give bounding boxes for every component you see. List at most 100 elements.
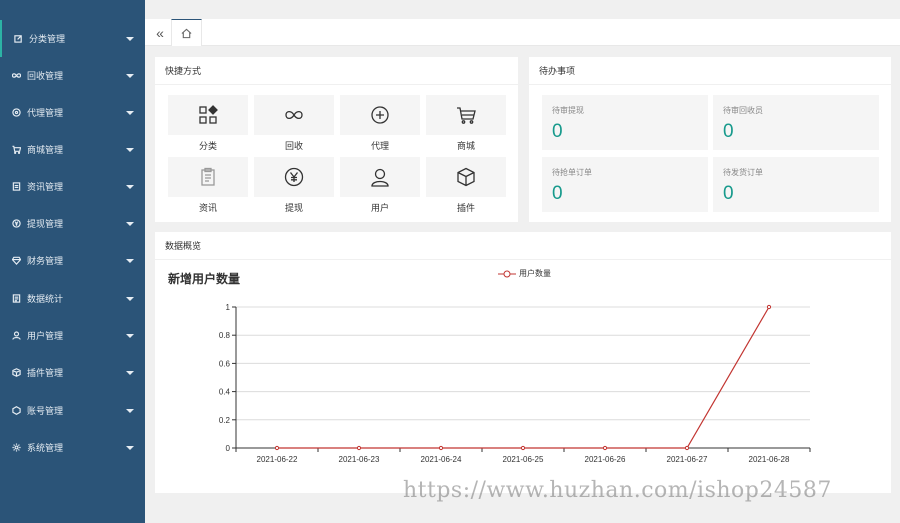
quick-item-label: 用户 — [370, 203, 389, 213]
data-point — [684, 445, 690, 451]
todo-title: 待办事项 — [529, 57, 891, 85]
yen-circle-icon — [284, 167, 304, 187]
sidebar-item-label: 插件管理 — [27, 368, 64, 378]
chevron-down-icon — [126, 445, 134, 450]
chevron-down-icon — [126, 110, 134, 115]
quick-item-label: 代理 — [370, 141, 389, 151]
quick-item-mall[interactable]: 商城 — [426, 95, 506, 153]
sidebar-item-plugins[interactable]: 插件管理 — [0, 354, 145, 391]
quick-item-label: 提现 — [284, 203, 303, 213]
category-edit-icon — [13, 34, 23, 44]
todo-label: 待抢单订单 — [552, 168, 592, 177]
quick-item-news[interactable]: 资讯 — [168, 157, 248, 215]
cube-icon — [457, 167, 475, 187]
sidebar-item-statistics[interactable]: 数据统计 — [0, 280, 145, 317]
todo-pending-shipment[interactable]: 待发货订单 0 — [713, 157, 879, 212]
y-tick-label: 0.8 — [219, 331, 231, 340]
sidebar-item-label: 数据统计 — [27, 294, 64, 304]
chevron-down-icon — [126, 333, 134, 338]
quick-item-label: 回收 — [284, 141, 303, 151]
chevron-down-icon — [126, 147, 134, 152]
chevron-down-icon — [126, 370, 134, 375]
quick-item-label: 分类 — [198, 141, 217, 151]
sidebar-item-label: 财务管理 — [27, 256, 64, 266]
sidebar-item-system[interactable]: 系统管理 — [0, 429, 145, 466]
sidebar-item-finance[interactable]: 财务管理 — [0, 242, 145, 279]
y-tick-label: 0.4 — [219, 388, 231, 397]
report-icon — [11, 294, 21, 304]
quick-item-withdraw[interactable]: 提现 — [254, 157, 334, 215]
line-chart: 0 0.2 0.4 0.6 0.8 1 2021-06-22 2021-06-23 2021-0… — [219, 303, 811, 464]
x-tick-label: 2021-06-27 — [667, 455, 708, 464]
sidebar-item-accounts[interactable]: 账号管理 — [0, 392, 145, 429]
data-point — [438, 445, 444, 451]
quick-access-card: 快捷方式 分类 回收 代理 商城 资讯 提现 用户 插件 — [155, 57, 518, 222]
infinity-icon — [285, 110, 303, 120]
quick-access-title: 快捷方式 — [155, 57, 518, 85]
x-tick-label: 2021-06-24 — [421, 455, 462, 464]
clipboard-icon — [201, 167, 215, 186]
sidebar-item-label: 代理管理 — [27, 108, 64, 118]
quick-item-label: 插件 — [456, 203, 475, 213]
todo-label: 待发货订单 — [723, 168, 763, 177]
data-point — [602, 445, 608, 451]
sidebar-item-label: 系统管理 — [27, 443, 64, 453]
sidebar-item-label: 回收管理 — [27, 71, 64, 81]
plus-circle-icon — [371, 106, 389, 124]
y-tick-label: 1 — [226, 303, 231, 312]
hexagon-icon — [11, 406, 21, 416]
user-icon — [11, 331, 21, 341]
sidebar-item-users[interactable]: 用户管理 — [0, 317, 145, 354]
sidebar-item-label: 提现管理 — [27, 219, 64, 229]
x-tick-label: 2021-06-26 — [585, 455, 626, 464]
x-tick-label: 2021-06-25 — [503, 455, 544, 464]
chevron-down-icon — [126, 258, 134, 263]
todo-value: 0 — [552, 121, 563, 142]
quick-item-label: 资讯 — [198, 203, 217, 213]
y-tick-label: 0 — [226, 444, 231, 453]
todo-pending-withdraw[interactable]: 待审提现 0 — [542, 95, 708, 150]
data-point — [520, 445, 526, 451]
data-overview-card: 数据概览 新增用户数量 用户数量 0 0.2 0.4 0.6 0.8 1 2021-06-2… — [155, 232, 891, 493]
sidebar-item-label: 账号管理 — [27, 406, 64, 416]
document-icon — [11, 182, 21, 192]
gear-icon — [11, 443, 21, 453]
series-line — [277, 306, 770, 449]
todo-pending-grab-orders[interactable]: 待抢单订单 0 — [542, 157, 708, 212]
sidebar-item-recycle[interactable]: 回收管理 — [0, 57, 145, 94]
todo-label: 待审回收员 — [723, 106, 763, 115]
watermark: https://www.huzhan.com/ishop24587 — [403, 478, 832, 503]
todo-value: 0 — [552, 183, 563, 204]
quick-item-users[interactable]: 用户 — [340, 157, 420, 215]
cart-icon — [11, 145, 21, 155]
quick-item-recycle[interactable]: 回收 — [254, 95, 334, 153]
x-tick-label: 2021-06-23 — [339, 455, 380, 464]
quick-item-category[interactable]: 分类 — [168, 95, 248, 153]
sidebar-item-category[interactable]: 分类管理 — [0, 20, 145, 57]
cart-icon — [457, 107, 476, 124]
quick-item-plugins[interactable]: 插件 — [426, 157, 506, 215]
tab-home[interactable] — [171, 19, 202, 46]
sidebar: 分类管理 回收管理 代理管理 商城管理 资讯管理 提现管理 财务管理 数据统计 — [0, 0, 145, 523]
user-icon — [371, 168, 389, 187]
sidebar-item-label: 用户管理 — [27, 331, 64, 341]
quick-item-agent[interactable]: 代理 — [340, 95, 420, 153]
data-point — [274, 445, 280, 451]
sidebar-item-label: 分类管理 — [29, 34, 66, 44]
sidebar-item-mall[interactable]: 商城管理 — [0, 131, 145, 168]
x-tick-label: 2021-06-22 — [257, 455, 298, 464]
data-point — [356, 445, 362, 451]
todo-label: 待审提现 — [552, 106, 584, 115]
data-overview-title: 数据概览 — [155, 232, 891, 260]
sidebar-item-label: 资讯管理 — [27, 182, 64, 192]
todo-pending-recycler[interactable]: 待审回收员 0 — [713, 95, 879, 150]
collapse-sidebar-button[interactable]: « — [149, 19, 171, 46]
category-icon — [199, 105, 218, 124]
chevron-down-icon — [126, 184, 134, 189]
sidebar-item-agent[interactable]: 代理管理 — [0, 94, 145, 131]
target-icon — [11, 108, 21, 118]
sidebar-item-withdraw[interactable]: 提现管理 — [0, 205, 145, 242]
sidebar-item-label: 商城管理 — [27, 145, 64, 155]
sidebar-item-news[interactable]: 资讯管理 — [0, 168, 145, 205]
chevron-down-icon — [126, 408, 134, 413]
